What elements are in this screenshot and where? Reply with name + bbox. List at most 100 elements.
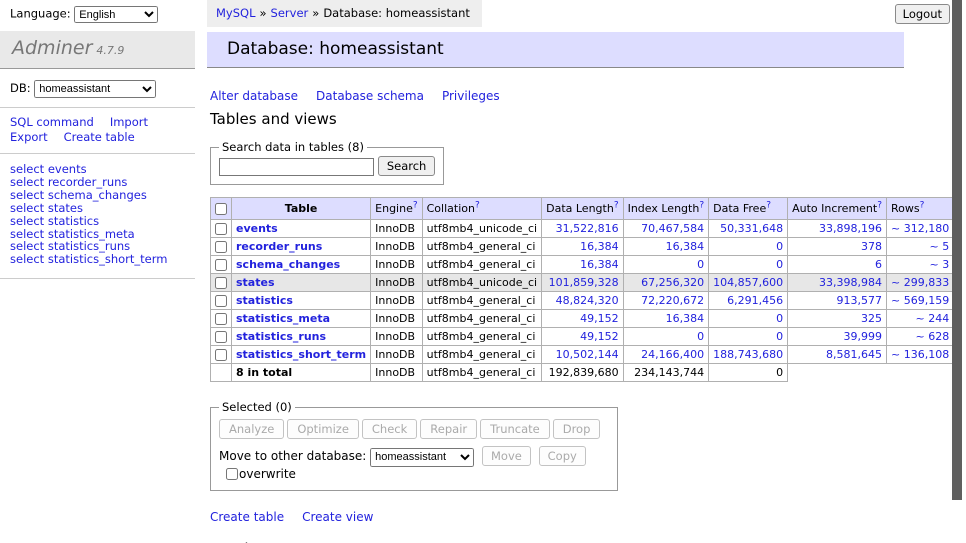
help-link[interactable]: ? bbox=[877, 200, 882, 210]
help-link[interactable]: ? bbox=[699, 200, 704, 210]
help-link[interactable]: ? bbox=[475, 200, 480, 210]
create-view-link[interactable]: Create view bbox=[302, 510, 373, 524]
rows-link[interactable]: ~ 3 bbox=[891, 258, 949, 271]
data-free-link[interactable]: 6,291,456 bbox=[713, 294, 783, 307]
data-length-link[interactable]: 49,152 bbox=[546, 312, 618, 325]
row-checkbox[interactable] bbox=[215, 331, 227, 343]
table-name-link[interactable]: recorder_runs bbox=[236, 240, 322, 253]
data-length-link[interactable]: 48,824,320 bbox=[546, 294, 618, 307]
move-button[interactable]: Move bbox=[482, 446, 531, 466]
search-input[interactable] bbox=[219, 158, 374, 176]
collation-cell: utf8mb4_general_ci bbox=[422, 238, 541, 256]
auto-increment-link[interactable]: 6 bbox=[792, 258, 882, 271]
row-checkbox[interactable] bbox=[215, 349, 227, 361]
data-free-link[interactable]: 0 bbox=[713, 330, 783, 343]
help-link[interactable]: ? bbox=[614, 200, 619, 210]
table-name-link[interactable]: events bbox=[236, 222, 278, 235]
help-link[interactable]: ? bbox=[413, 200, 418, 210]
index-length-link[interactable]: 16,384 bbox=[628, 240, 705, 253]
auto-increment-link[interactable]: 913,577 bbox=[792, 294, 882, 307]
index-length-link[interactable]: 0 bbox=[628, 258, 705, 271]
search-button[interactable]: Search bbox=[378, 156, 436, 176]
index-length-link[interactable]: 16,384 bbox=[628, 312, 705, 325]
rows-link[interactable]: ~ 136,108 bbox=[891, 348, 949, 361]
sidebar-action-link[interactable]: Create table bbox=[64, 130, 135, 144]
table-name-link[interactable]: statistics_runs bbox=[236, 330, 326, 343]
drop-button[interactable]: Drop bbox=[553, 419, 601, 439]
copy-button[interactable]: Copy bbox=[539, 446, 586, 466]
index-length-link[interactable]: 72,220,672 bbox=[628, 294, 705, 307]
auto-increment-link[interactable]: 378 bbox=[792, 240, 882, 253]
auto-increment-link[interactable]: 325 bbox=[792, 312, 882, 325]
rows-link[interactable]: ~ 299,833 bbox=[891, 276, 949, 289]
breadcrumb-item[interactable]: MySQL bbox=[216, 6, 256, 20]
sidebar-action-link[interactable]: Export bbox=[10, 130, 48, 144]
table-name-link[interactable]: schema_changes bbox=[236, 258, 340, 271]
index-length-link[interactable]: 0 bbox=[628, 330, 705, 343]
row-checkbox[interactable] bbox=[215, 223, 227, 235]
data-free-cell: 0 bbox=[709, 256, 788, 274]
table-name-link[interactable]: statistics bbox=[236, 294, 293, 307]
repair-button[interactable]: Repair bbox=[420, 419, 477, 439]
row-checkbox[interactable] bbox=[215, 241, 227, 253]
analyze-button[interactable]: Analyze bbox=[219, 419, 284, 439]
row-checkbox[interactable] bbox=[215, 277, 227, 289]
data-length-link[interactable]: 10,502,144 bbox=[546, 348, 618, 361]
db-action-link[interactable]: Database schema bbox=[316, 89, 424, 103]
data-free-link[interactable]: 104,857,600 bbox=[713, 276, 783, 289]
data-length-link[interactable]: 31,522,816 bbox=[546, 222, 618, 235]
optimize-button[interactable]: Optimize bbox=[287, 419, 359, 439]
rows-link[interactable]: ~ 5 bbox=[891, 240, 949, 253]
select-all-checkbox[interactable] bbox=[215, 203, 227, 215]
data-length-link[interactable]: 16,384 bbox=[546, 258, 618, 271]
sidebar-action-link[interactable]: SQL command bbox=[10, 115, 94, 129]
table-name-link[interactable]: statistics_meta bbox=[236, 312, 330, 325]
db-action-link[interactable]: Privileges bbox=[442, 89, 500, 103]
language-select[interactable]: English bbox=[74, 6, 158, 23]
auto-increment-link[interactable]: 33,398,984 bbox=[792, 276, 882, 289]
db-action-link[interactable]: Alter database bbox=[210, 89, 298, 103]
breadcrumb-item[interactable]: Server bbox=[271, 6, 309, 20]
data-free-link[interactable]: 0 bbox=[713, 240, 783, 253]
rows-link[interactable]: ~ 244 bbox=[891, 312, 949, 325]
row-checkbox[interactable] bbox=[215, 313, 227, 325]
help-link[interactable]: ? bbox=[766, 200, 771, 210]
index-length-link[interactable]: 70,467,584 bbox=[628, 222, 705, 235]
sidebar-item-select-statistics_short_term[interactable]: select statistics_short_term bbox=[10, 253, 187, 266]
sidebar-item-select-events[interactable]: select events bbox=[10, 163, 187, 176]
truncate-button[interactable]: Truncate bbox=[480, 419, 550, 439]
create-table-link[interactable]: Create table bbox=[210, 510, 284, 524]
index-length-link[interactable]: 24,166,400 bbox=[628, 348, 705, 361]
db-select[interactable]: homeassistant bbox=[34, 80, 156, 98]
sidebar-item-select-schema_changes[interactable]: select schema_changes bbox=[10, 189, 187, 202]
sidebar-action-link[interactable]: Import bbox=[110, 115, 148, 129]
row-checkbox[interactable] bbox=[215, 295, 227, 307]
rows-link[interactable]: ~ 628 bbox=[891, 330, 949, 343]
table-name-link[interactable]: statistics_short_term bbox=[236, 348, 366, 361]
sidebar-item-select-states[interactable]: select states bbox=[10, 202, 187, 215]
auto-increment-link[interactable]: 33,898,196 bbox=[792, 222, 882, 235]
data-free-link[interactable]: 0 bbox=[713, 258, 783, 271]
auto-increment-link[interactable]: 39,999 bbox=[792, 330, 882, 343]
data-length-link[interactable]: 49,152 bbox=[546, 330, 618, 343]
overwrite-checkbox[interactable] bbox=[226, 468, 238, 480]
row-checkbox[interactable] bbox=[215, 259, 227, 271]
scrollbar-thumb[interactable] bbox=[952, 0, 962, 500]
data-length-link[interactable]: 16,384 bbox=[546, 240, 618, 253]
table-name-link[interactable]: states bbox=[236, 276, 275, 289]
data-free-link[interactable]: 0 bbox=[713, 312, 783, 325]
data-free-link[interactable]: 188,743,680 bbox=[713, 348, 783, 361]
rows-link[interactable]: ~ 312,180 bbox=[891, 222, 949, 235]
logout-button[interactable]: Logout bbox=[895, 4, 950, 24]
sidebar-item-select-statistics[interactable]: select statistics bbox=[10, 215, 187, 228]
rows-link[interactable]: ~ 569,159 bbox=[891, 294, 949, 307]
data-length-link[interactable]: 101,859,328 bbox=[546, 276, 618, 289]
sidebar-item-select-recorder_runs[interactable]: select recorder_runs bbox=[10, 176, 187, 189]
move-db-select[interactable]: homeassistant bbox=[370, 448, 474, 467]
index-length-link[interactable]: 67,256,320 bbox=[628, 276, 705, 289]
help-link[interactable]: ? bbox=[920, 200, 925, 210]
check-button[interactable]: Check bbox=[362, 419, 417, 439]
auto-increment-link[interactable]: 8,581,645 bbox=[792, 348, 882, 361]
scrollbar[interactable] bbox=[952, 0, 966, 543]
data-free-link[interactable]: 50,331,648 bbox=[713, 222, 783, 235]
